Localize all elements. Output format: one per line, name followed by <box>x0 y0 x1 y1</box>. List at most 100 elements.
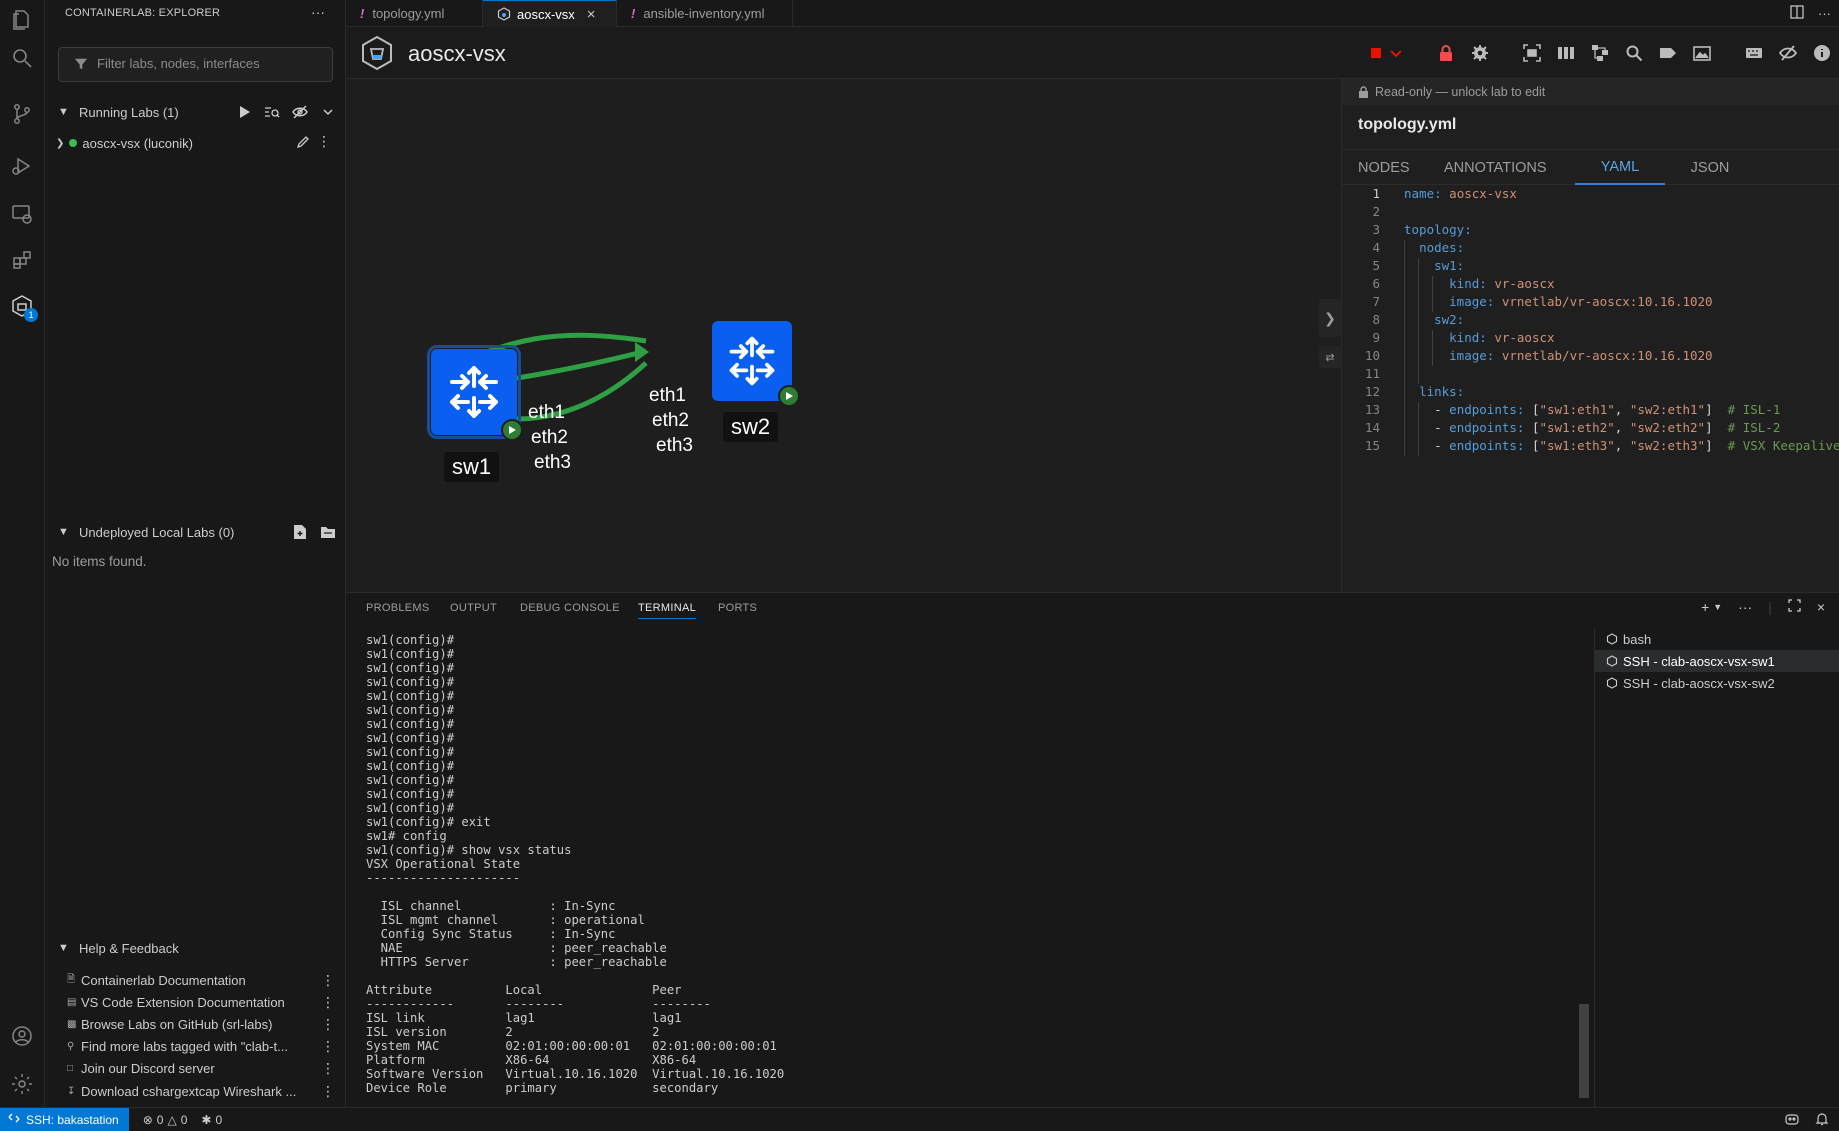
terminal-output[interactable]: sw1(config)# sw1(config)# sw1(config)# sw1(… <box>366 633 784 1123</box>
bottom-panel: PROBLEMS OUTPUT DEBUG CONSOLE TERMINAL P… <box>346 592 1839 1123</box>
yaml-code-view[interactable]: 1 name: aoscx-vsx 2 3 topology: 4 nodes: 5… <box>1342 186 1839 456</box>
tab-output[interactable]: OUTPUT <box>450 602 497 614</box>
lab-title: aoscx-vsx <box>408 41 506 66</box>
new-file-icon[interactable] <box>291 523 309 541</box>
tab-ports[interactable]: PORTS <box>718 602 757 614</box>
new-terminal-icon[interactable]: + <box>1701 599 1709 615</box>
info-icon[interactable] <box>1805 38 1839 68</box>
terminal-line: sw1(config)# show vsx status <box>366 843 572 857</box>
terminal-item-bash[interactable]: bash <box>1595 628 1839 650</box>
remote-indicator[interactable]: SSH: bakastation <box>0 1107 129 1131</box>
tab-terminal[interactable]: TERMINAL <box>638 602 697 619</box>
yaml-file-icon: ! <box>631 6 636 21</box>
source-control-icon[interactable] <box>8 100 36 128</box>
topology-canvas[interactable]: sw1 sw2 eth1 eth2 eth3 eth1 eth2 eth3 ❯ … <box>346 79 1341 592</box>
terminal-line: NAE : peer_reachable <box>366 941 667 955</box>
item-more-icon[interactable]: ⋮ <box>321 972 335 989</box>
close-panel-icon[interactable]: × <box>1817 599 1825 615</box>
terminal-scrollbar[interactable] <box>1579 628 1589 1098</box>
inspect-icon[interactable] <box>263 103 281 121</box>
item-more-icon[interactable]: ⋮ <box>321 1060 335 1077</box>
layout-tree-icon[interactable] <box>1583 38 1617 68</box>
tab-nodes[interactable]: NODES <box>1358 150 1410 185</box>
item-more-icon[interactable]: ⋮ <box>321 1083 335 1100</box>
fit-view-icon[interactable] <box>1515 38 1549 68</box>
help-item-ext-docs[interactable]: ▤ VS Code Extension Documentation ⋮ <box>67 991 335 1013</box>
error-count: 0 <box>156 1112 164 1127</box>
tab-ansible-inventory[interactable]: ! ansible-inventory.yml <box>617 0 793 27</box>
terminal-item-ssh-sw2[interactable]: SSH - clab-aoscx-vsx-sw2 <box>1595 672 1839 694</box>
terminal-line: sw1(config)# <box>366 675 455 689</box>
more-actions-icon[interactable]: ··· <box>311 4 325 20</box>
run-debug-icon[interactable] <box>8 152 36 180</box>
section-chevron-icon[interactable] <box>319 103 337 121</box>
capture-image-icon[interactable] <box>1685 38 1719 68</box>
code-line: 1 name: aoscx-vsx <box>1372 186 1517 201</box>
keyboard-icon[interactable] <box>1737 38 1771 68</box>
tab-problems[interactable]: PROBLEMS <box>366 602 430 614</box>
item-more-icon[interactable]: ⋮ <box>321 994 335 1011</box>
split-editor-icon[interactable] <box>1790 5 1804 22</box>
maximize-panel-icon[interactable] <box>1788 599 1801 615</box>
tab-yaml[interactable]: YAML <box>1575 150 1665 185</box>
chevron-down-icon: ▼ <box>58 526 69 538</box>
lock-icon[interactable] <box>1429 38 1463 68</box>
undeployed-labs-section[interactable]: ▼ Undeployed Local Labs (0) <box>45 521 345 543</box>
find-node-icon[interactable] <box>1617 38 1651 68</box>
tab-annotations[interactable]: ANNOTATIONS <box>1444 150 1547 185</box>
layout-columns-icon[interactable] <box>1549 38 1583 68</box>
tab-topology-yml[interactable]: ! topology.yml <box>346 0 483 27</box>
filter-input[interactable] <box>97 56 327 71</box>
running-labs-section[interactable]: ▼ Running Labs (1) <box>45 101 345 123</box>
deploy-icon[interactable] <box>235 103 253 121</box>
play-icon <box>501 419 523 441</box>
hide-icon[interactable] <box>291 103 309 121</box>
bell-icon[interactable] <box>1815 1112 1829 1129</box>
help-item-find-labs[interactable]: ⚲ Find more labs tagged with "clab-t... … <box>67 1035 335 1057</box>
close-icon[interactable]: × <box>587 6 596 23</box>
swap-panel-button[interactable]: ⇄ <box>1319 346 1341 368</box>
node-sw2[interactable] <box>712 321 800 407</box>
label-icon[interactable] <box>1651 38 1685 68</box>
lab-tree-item[interactable]: ❯ aoscx-vsx (luconik) ⋮ <box>45 132 345 154</box>
edit-icon[interactable] <box>296 135 310 152</box>
open-folder-icon[interactable] <box>319 523 337 541</box>
copilot-icon[interactable] <box>1785 1112 1799 1129</box>
help-item-label: Browse Labs on GitHub (srl-labs) <box>81 1016 273 1032</box>
terminal-line: VSX Operational State <box>366 857 521 871</box>
collapse-panel-button[interactable]: ❯ <box>1319 299 1341 337</box>
tab-debug-console[interactable]: DEBUG CONSOLE <box>520 602 620 614</box>
help-item-docs[interactable]: 🗎 Containerlab Documentation ⋮ <box>67 969 335 991</box>
more-actions-icon[interactable]: ··· <box>1818 6 1831 21</box>
chevron-down-icon[interactable]: ▼ <box>1713 602 1722 612</box>
lab-more-icon[interactable]: ⋮ <box>317 133 331 150</box>
iface-sw1-eth1: eth1 <box>528 402 565 423</box>
item-more-icon[interactable]: ⋮ <box>321 1016 335 1033</box>
tab-json[interactable]: JSON <box>1665 150 1755 185</box>
terminal-item-ssh-sw1[interactable]: SSH - clab-aoscx-vsx-sw1 <box>1595 650 1839 672</box>
help-item-wireshark[interactable]: ↧ Download cshargextcap Wireshark ... ⋮ <box>67 1080 335 1102</box>
hide-icon[interactable] <box>1771 38 1805 68</box>
explorer-icon[interactable] <box>8 6 36 34</box>
accounts-icon[interactable] <box>8 1022 36 1050</box>
help-item-github[interactable]: ▩ Browse Labs on GitHub (srl-labs) ⋮ <box>67 1013 335 1035</box>
remote-explorer-icon[interactable] <box>8 200 36 228</box>
chevron-down-icon[interactable] <box>1385 38 1407 68</box>
extensions-icon[interactable] <box>8 246 36 274</box>
filter-box[interactable] <box>58 47 333 82</box>
code-line: 15 - endpoints: ["sw1:eth3", "sw2:eth3"]… <box>1364 438 1839 453</box>
gear-icon[interactable] <box>1463 38 1497 68</box>
ports-indicator[interactable]: ✱ 0 <box>201 1113 222 1127</box>
help-section[interactable]: ▼ Help & Feedback <box>45 937 345 959</box>
more-actions-icon[interactable]: ··· <box>1738 599 1752 615</box>
item-more-icon[interactable]: ⋮ <box>321 1038 335 1055</box>
terminal-line: --------------------- <box>366 871 521 885</box>
containerlab-icon[interactable]: 1 <box>8 292 38 322</box>
tab-aoscx-vsx[interactable]: aoscx-vsx × <box>483 0 617 27</box>
search-icon[interactable] <box>8 44 36 72</box>
help-item-discord[interactable]: □ Join our Discord server ⋮ <box>67 1057 335 1079</box>
settings-icon[interactable] <box>8 1070 36 1098</box>
problems-indicator[interactable]: ⊗ 0 △ 0 <box>143 1113 188 1127</box>
activity-bar: 1 <box>0 0 45 1107</box>
node-sw1[interactable] <box>427 345 523 441</box>
